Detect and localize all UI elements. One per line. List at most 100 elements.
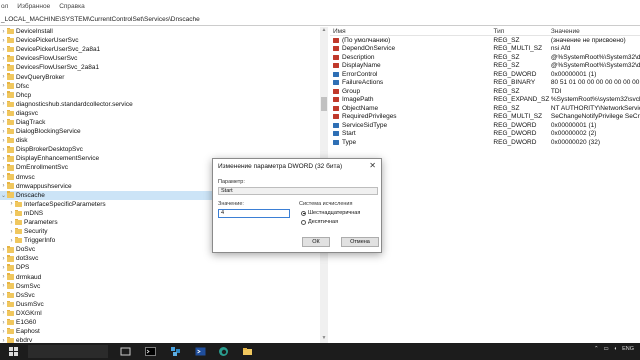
chevron-right-icon[interactable]: › (0, 274, 7, 280)
chevron-right-icon[interactable]: › (0, 138, 7, 144)
tree-item[interactable]: › Dhcp (0, 91, 320, 100)
tree-item[interactable]: › DsSvc (0, 291, 320, 300)
tree-item[interactable]: › DevQueryBroker (0, 72, 320, 81)
chevron-right-icon[interactable]: › (0, 183, 7, 189)
chevron-right-icon[interactable]: › (0, 29, 7, 35)
value-row[interactable]: Group REG_SZ TDI (330, 87, 640, 96)
taskbar-search-box[interactable] (28, 345, 108, 358)
tree-item[interactable]: › dot3svc (0, 254, 320, 263)
chevron-right-icon[interactable]: › (0, 165, 7, 171)
chevron-right-icon[interactable]: › (0, 38, 7, 44)
chevron-right-icon[interactable]: › (0, 74, 7, 80)
tree-item[interactable]: › DispBrokerDesktopSvc (0, 145, 320, 154)
language-indicator[interactable]: ENG (622, 346, 634, 352)
chevron-right-icon[interactable]: › (0, 56, 7, 62)
column-data-header[interactable]: Значение (551, 28, 640, 35)
network-icon[interactable]: ▭ (604, 346, 609, 352)
value-row[interactable]: ErrorControl REG_DWORD 0x00000001 (1) (330, 70, 640, 79)
chevron-right-icon[interactable]: › (0, 101, 7, 107)
terminal-icon[interactable] (145, 346, 156, 357)
volume-icon[interactable]: ◖ (614, 346, 617, 352)
value-row[interactable]: (По умолчанию) REG_SZ (значение не присвое… (330, 36, 640, 45)
chevron-right-icon[interactable]: › (0, 92, 7, 98)
menu-view[interactable]: ол (1, 3, 8, 10)
tree-item[interactable]: › disk (0, 136, 320, 145)
chevron-right-icon[interactable]: › (0, 147, 7, 153)
chevron-right-icon[interactable]: › (8, 238, 15, 244)
scrollbar-thumb[interactable] (321, 97, 327, 111)
chevron-right-icon[interactable]: › (0, 119, 7, 125)
chevron-right-icon[interactable]: › (0, 310, 7, 316)
tree-item[interactable]: › DXGKrnl (0, 309, 320, 318)
ok-button[interactable]: ОК (302, 237, 330, 247)
value-row[interactable]: DependOnService REG_MULTI_SZ nsi Afd (330, 45, 640, 54)
chevron-right-icon[interactable]: › (0, 65, 7, 71)
column-name-header[interactable]: Имя (330, 28, 493, 35)
value-row[interactable]: FailureActions REG_BINARY 80 51 01 00 00 0… (330, 79, 640, 88)
tree-item[interactable]: › DsmSvc (0, 282, 320, 291)
chevron-right-icon[interactable]: › (0, 283, 7, 289)
menu-help[interactable]: Справка (59, 3, 85, 10)
scroll-up-arrow-icon[interactable]: ▲ (320, 27, 328, 35)
show-hidden-icons-icon[interactable]: ⌃ (594, 346, 599, 352)
dec-radio[interactable]: Десятичная (301, 219, 338, 225)
value-row[interactable]: Start REG_DWORD 0x00000002 (2) (330, 130, 640, 139)
menu-favorites[interactable]: Избранное (17, 3, 50, 10)
value-row[interactable]: DisplayName REG_SZ @%SystemRoot%\System32\… (330, 62, 640, 71)
address-bar[interactable]: _LOCAL_MACHINE\SYSTEM\CurrentControlSet\… (0, 14, 640, 26)
chevron-right-icon[interactable]: › (0, 320, 7, 326)
tree-item[interactable]: › E1G60 (0, 318, 320, 327)
chevron-right-icon[interactable]: › (0, 265, 7, 271)
value-row[interactable]: ServiceSidType REG_DWORD 0x00000001 (1) (330, 121, 640, 130)
chevron-right-icon[interactable]: › (0, 256, 7, 262)
chevron-right-icon[interactable]: › (0, 301, 7, 307)
chevron-right-icon[interactable]: › (8, 220, 15, 226)
chevron-right-icon[interactable]: › (0, 156, 7, 162)
chevron-right-icon[interactable]: › (8, 210, 15, 216)
folder-icon (7, 36, 14, 44)
tree-item[interactable]: › DiagTrack (0, 118, 320, 127)
tree-item[interactable]: › DPS (0, 263, 320, 272)
chevron-right-icon[interactable]: › (0, 174, 7, 180)
tree-item[interactable]: › diagnosticshub.standardcollector.servic… (0, 100, 320, 109)
powershell-icon[interactable] (195, 346, 206, 357)
start-icon[interactable] (8, 346, 19, 357)
scroll-down-arrow-icon[interactable]: ▼ (320, 335, 328, 343)
file-explorer-icon[interactable] (242, 346, 253, 357)
value-row[interactable]: Description REG_SZ @%SystemRoot%\System32\… (330, 53, 640, 62)
value-row[interactable]: Type REG_DWORD 0x00000020 (32) (330, 138, 640, 147)
tree-item[interactable]: › diagsvc (0, 109, 320, 118)
chevron-right-icon[interactable]: › (0, 83, 7, 89)
regedit-icon[interactable] (170, 346, 181, 357)
tree-item[interactable]: › DevicesFlowUserSvc_2a8a1 (0, 63, 320, 72)
chevron-down-icon[interactable]: ⌄ (0, 192, 7, 199)
tree-item[interactable]: › Eaphost (0, 327, 320, 336)
chevron-right-icon[interactable]: › (0, 129, 7, 135)
chevron-right-icon[interactable]: › (0, 110, 7, 116)
tree-item[interactable]: › DevicesFlowUserSvc (0, 54, 320, 63)
cancel-button[interactable]: Отмена (341, 237, 379, 247)
tree-item[interactable]: › DialogBlockingService (0, 127, 320, 136)
task-view-icon[interactable] (120, 346, 131, 357)
hex-radio[interactable]: Шестнадцатеричная (301, 210, 360, 216)
edge-icon[interactable] (218, 346, 229, 357)
value-input[interactable]: 4 (218, 209, 290, 218)
chevron-right-icon[interactable]: › (8, 201, 15, 207)
chevron-right-icon[interactable]: › (0, 292, 7, 298)
close-icon[interactable]: ✕ (369, 161, 376, 170)
chevron-right-icon[interactable]: › (8, 229, 15, 235)
tree-item[interactable]: › Dfsc (0, 82, 320, 91)
chevron-right-icon[interactable]: › (0, 47, 7, 53)
tree-item[interactable]: › ebdrv (0, 336, 320, 343)
tree-item[interactable]: › DeviceInstall (0, 27, 320, 36)
tree-item[interactable]: › drmkaud (0, 273, 320, 282)
chevron-right-icon[interactable]: › (0, 329, 7, 335)
column-type-header[interactable]: Тип (493, 28, 550, 35)
tree-item[interactable]: › DusmSvc (0, 300, 320, 309)
value-row[interactable]: ObjectName REG_SZ NT AUTHORITY\NetworkServ… (330, 104, 640, 113)
value-row[interactable]: ImagePath REG_EXPAND_SZ %SystemRoot%\syste… (330, 96, 640, 105)
chevron-right-icon[interactable]: › (0, 247, 7, 253)
tree-item[interactable]: › DevicePickerUserSvc_2a8a1 (0, 45, 320, 54)
value-row[interactable]: RequiredPrivileges REG_MULTI_SZ SeChangeNo… (330, 113, 640, 122)
tree-item[interactable]: › DevicePickerUserSvc (0, 36, 320, 45)
